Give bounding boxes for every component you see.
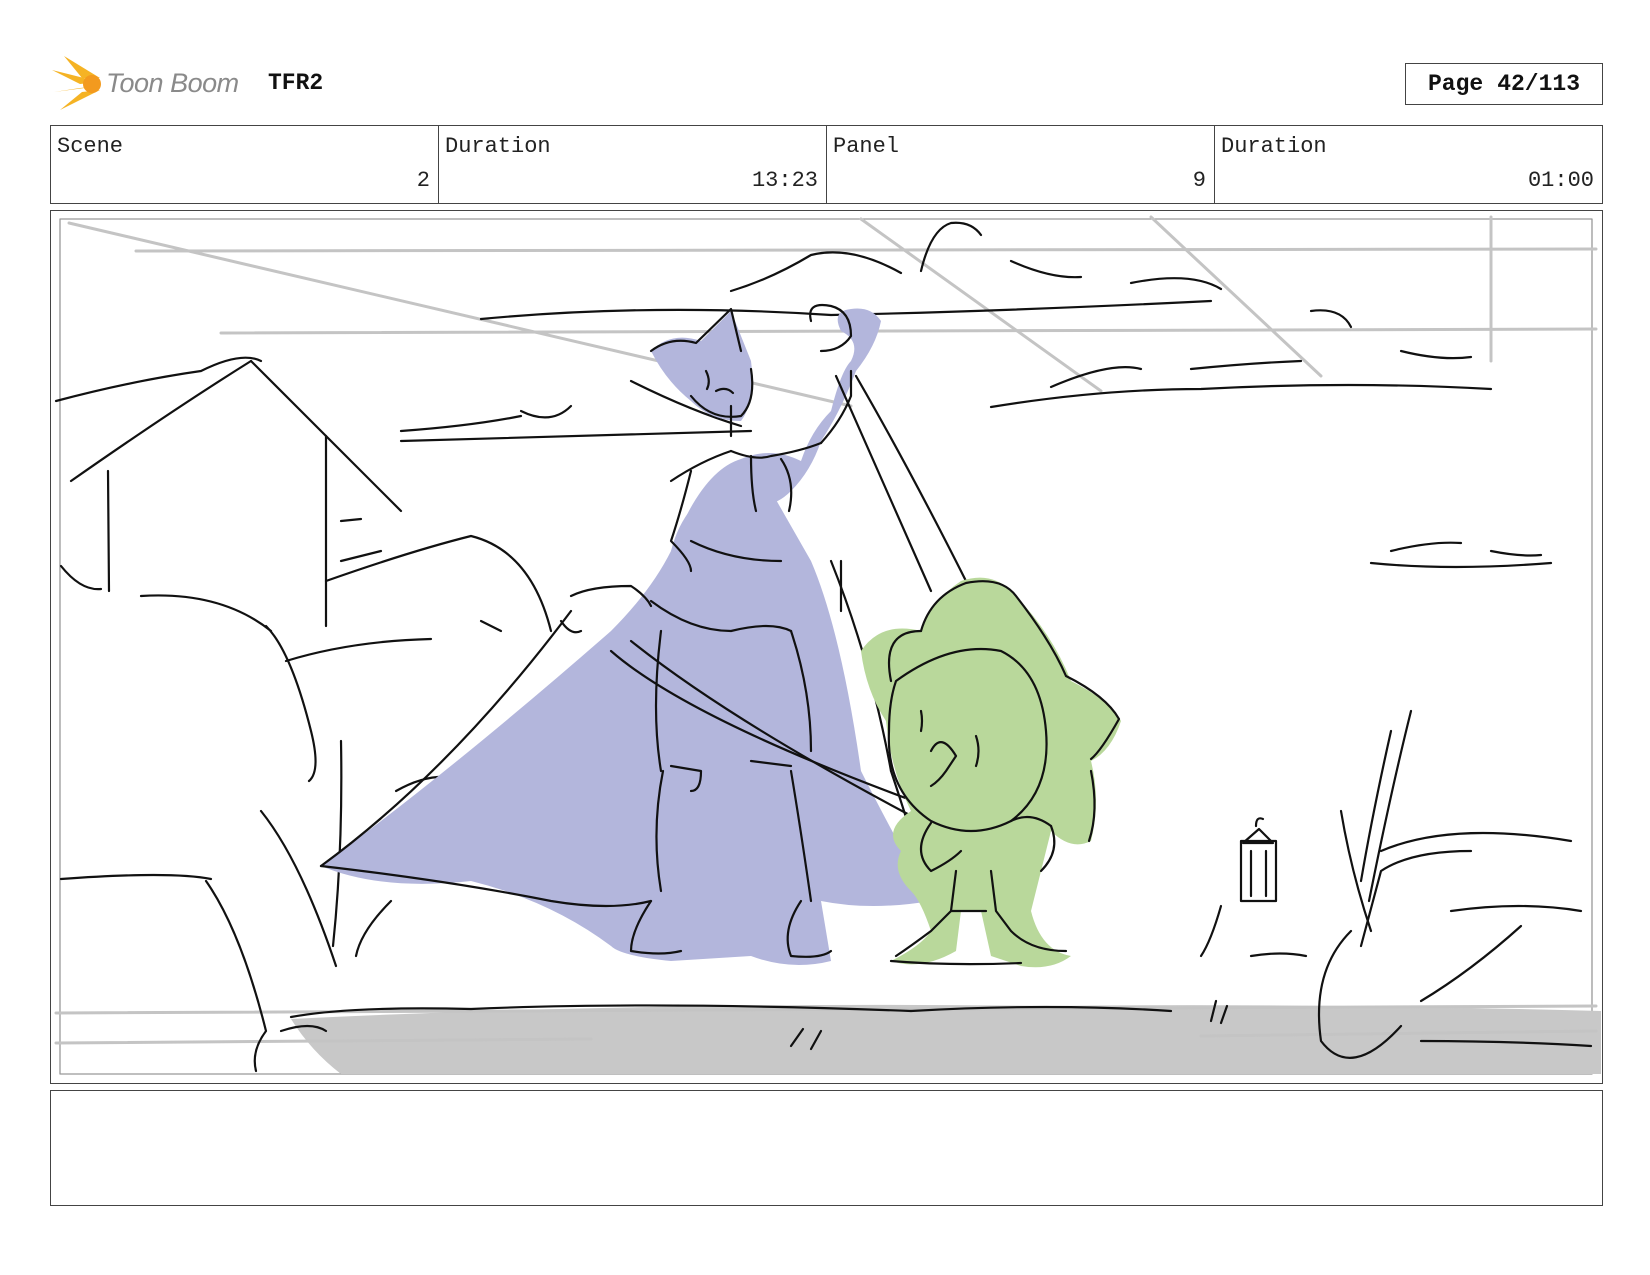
- notes-box: [50, 1090, 1603, 1206]
- panel-label: Panel: [833, 134, 900, 159]
- tall-character: [319, 303, 973, 965]
- toon-boom-logo: Toon Boom: [52, 56, 239, 110]
- storyboard-panel-frame: [50, 210, 1603, 1084]
- page-indicator: Page 42/113: [1405, 63, 1603, 105]
- logo-text: Toon Boom: [106, 67, 239, 98]
- scene-value: 2: [416, 168, 430, 193]
- scene-duration-label: Duration: [445, 134, 551, 159]
- panel-cell: Panel 9: [827, 126, 1215, 203]
- scene-cell: Scene 2: [51, 126, 439, 203]
- sky-clouds: [399, 221, 1553, 569]
- panel-duration-value: 01:00: [1527, 168, 1594, 193]
- sunburst-logo-icon: [52, 56, 101, 110]
- project-title: TFR2: [268, 70, 324, 96]
- scene-duration-value: 13:23: [751, 168, 818, 193]
- page-number: 42/113: [1497, 71, 1581, 97]
- panel-duration-cell: Duration 01:00: [1215, 126, 1602, 203]
- scene-label: Scene: [57, 134, 124, 159]
- left-rocks: [54, 356, 553, 1073]
- lantern-icon: [1239, 817, 1278, 903]
- page-label: Page: [1427, 71, 1484, 97]
- panel-value: 9: [1192, 168, 1206, 193]
- panel-info-bar: Scene 2 Duration 13:23 Panel 9 Duration …: [50, 125, 1603, 204]
- panel-duration-label: Duration: [1221, 134, 1327, 159]
- small-character: [861, 577, 1121, 968]
- scene-duration-cell: Duration 13:23: [439, 126, 827, 203]
- storyboard-sketch: [54, 215, 1601, 1075]
